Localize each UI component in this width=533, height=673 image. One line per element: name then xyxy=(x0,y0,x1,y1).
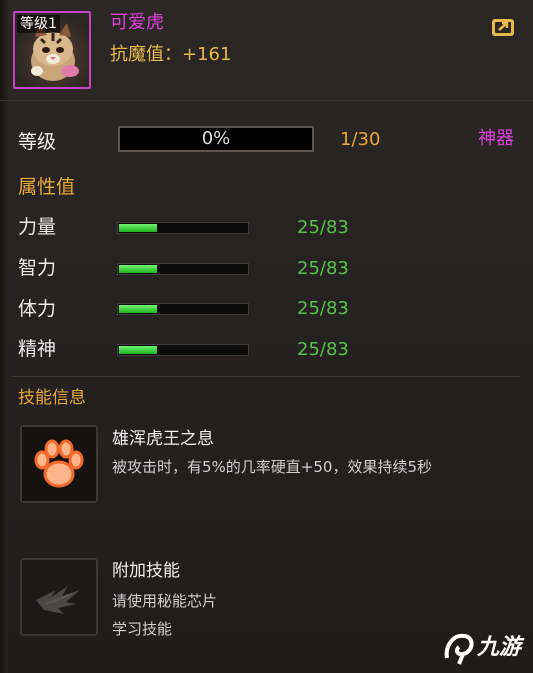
level-label: 等级 xyxy=(18,131,57,153)
magic-resist-stat: 抗魔值：+161 xyxy=(110,44,232,65)
pet-name: 可爱虎 xyxy=(110,12,164,33)
section-divider xyxy=(12,376,520,377)
extra-skill-icon-slot[interactable] xyxy=(20,558,98,636)
attr-value-vitality: 25/83 xyxy=(297,298,349,319)
attr-label-strength: 力量 xyxy=(18,216,57,238)
level-badge: 等级1 xyxy=(17,15,60,33)
level-value: 1/30 xyxy=(340,129,381,150)
attr-fill xyxy=(119,305,157,313)
pet-info-panel: 等级1 可爱虎 抗魔值：+161 等级 0% 1/30 神器 属性值 力量 25… xyxy=(0,0,533,673)
attr-label-intelligence: 智力 xyxy=(18,257,57,279)
extra-skill-desc-line1: 请使用秘能芯片 xyxy=(112,592,218,610)
pet-portrait[interactable]: 等级1 xyxy=(13,11,91,89)
watermark-text: 九游 xyxy=(477,635,522,660)
attr-value-intelligence: 25/83 xyxy=(297,258,349,279)
attr-fill xyxy=(119,346,157,354)
attr-bar-intelligence xyxy=(117,263,249,275)
skill-description: 被攻击时，有5%的几率硬直+50，效果持续5秒 xyxy=(112,458,432,476)
attr-bar-spirit xyxy=(117,344,249,356)
skill-icon-slot[interactable] xyxy=(20,425,98,503)
artifact-button[interactable]: 神器 xyxy=(478,127,514,151)
attr-label-vitality: 体力 xyxy=(18,298,57,320)
attr-label-spirit: 精神 xyxy=(18,338,57,360)
extra-skill-desc-line2: 学习技能 xyxy=(112,620,173,638)
level-progress-text: 0% xyxy=(201,128,231,149)
attributes-title: 属性值 xyxy=(18,176,76,198)
skill-name: 雄浑虎王之息 xyxy=(112,429,214,449)
attr-fill xyxy=(119,265,157,273)
attr-bar-vitality xyxy=(117,303,249,315)
attr-value-strength: 25/83 xyxy=(297,217,349,238)
locked-wing-icon xyxy=(22,560,96,634)
attr-bar-strength xyxy=(117,222,249,234)
attr-fill xyxy=(119,224,157,232)
extra-skill-name: 附加技能 xyxy=(112,561,180,581)
attr-value-spirit: 25/83 xyxy=(297,339,349,360)
skills-title: 技能信息 xyxy=(18,388,86,408)
pet-header: 等级1 可爱虎 抗魔值：+161 xyxy=(0,0,533,101)
level-progress-bar: 0% xyxy=(118,126,314,152)
share-icon[interactable] xyxy=(490,14,518,38)
paw-icon xyxy=(22,427,96,501)
